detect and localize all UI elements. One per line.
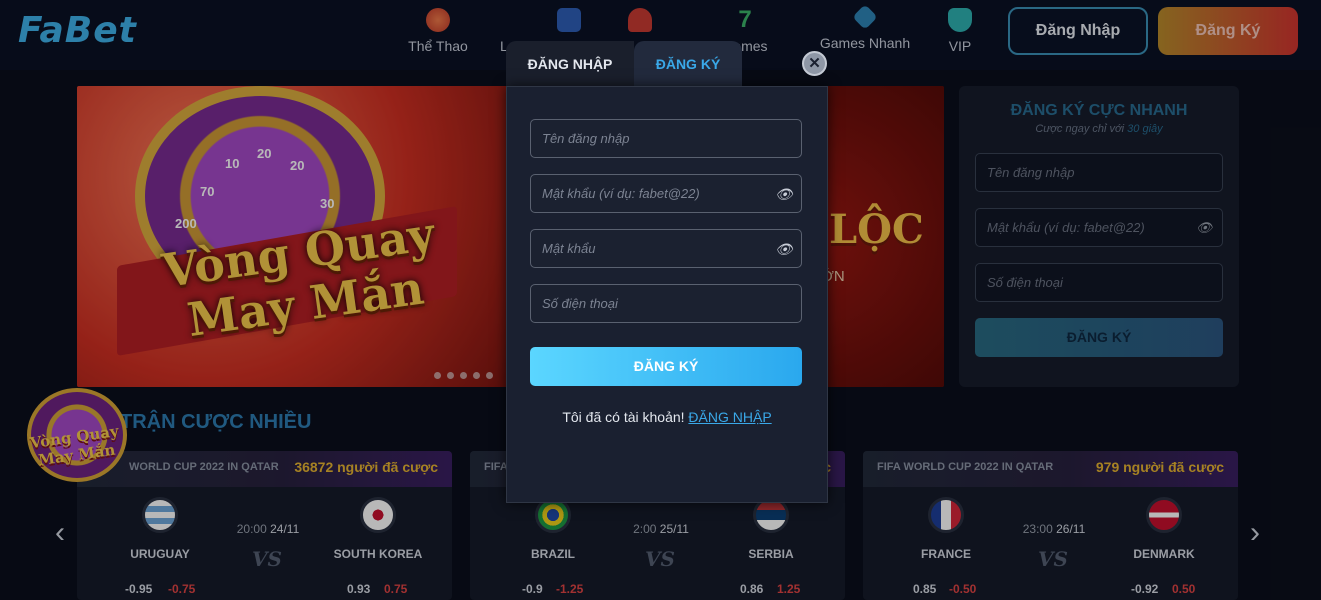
register-submit-button[interactable]: ĐĂNG KÝ: [530, 347, 802, 386]
modal-footer: Tôi đã có tài khoản! ĐĂNG NHẬP: [506, 409, 828, 425]
close-icon[interactable]: ✕: [802, 51, 827, 76]
username-input[interactable]: Tên đăng nhập: [530, 119, 802, 158]
confirm-password-input[interactable]: Mật khẩu 👁: [530, 229, 802, 268]
eye-icon[interactable]: 👁: [775, 185, 793, 203]
login-link[interactable]: ĐĂNG NHẬP: [688, 409, 771, 425]
password-input[interactable]: Mật khẩu (ví dụ: fabet@22) 👁: [530, 174, 802, 213]
tab-login[interactable]: ĐĂNG NHẬP: [506, 41, 634, 87]
input-placeholder: Mật khẩu (ví dụ: fabet@22): [542, 186, 700, 201]
phone-input[interactable]: Số điện thoại: [530, 284, 802, 323]
footer-text: Tôi đã có tài khoản!: [562, 409, 685, 425]
eye-icon[interactable]: 👁: [775, 240, 793, 258]
tab-register[interactable]: ĐĂNG KÝ: [634, 41, 742, 87]
input-placeholder: Mật khẩu: [542, 241, 596, 256]
